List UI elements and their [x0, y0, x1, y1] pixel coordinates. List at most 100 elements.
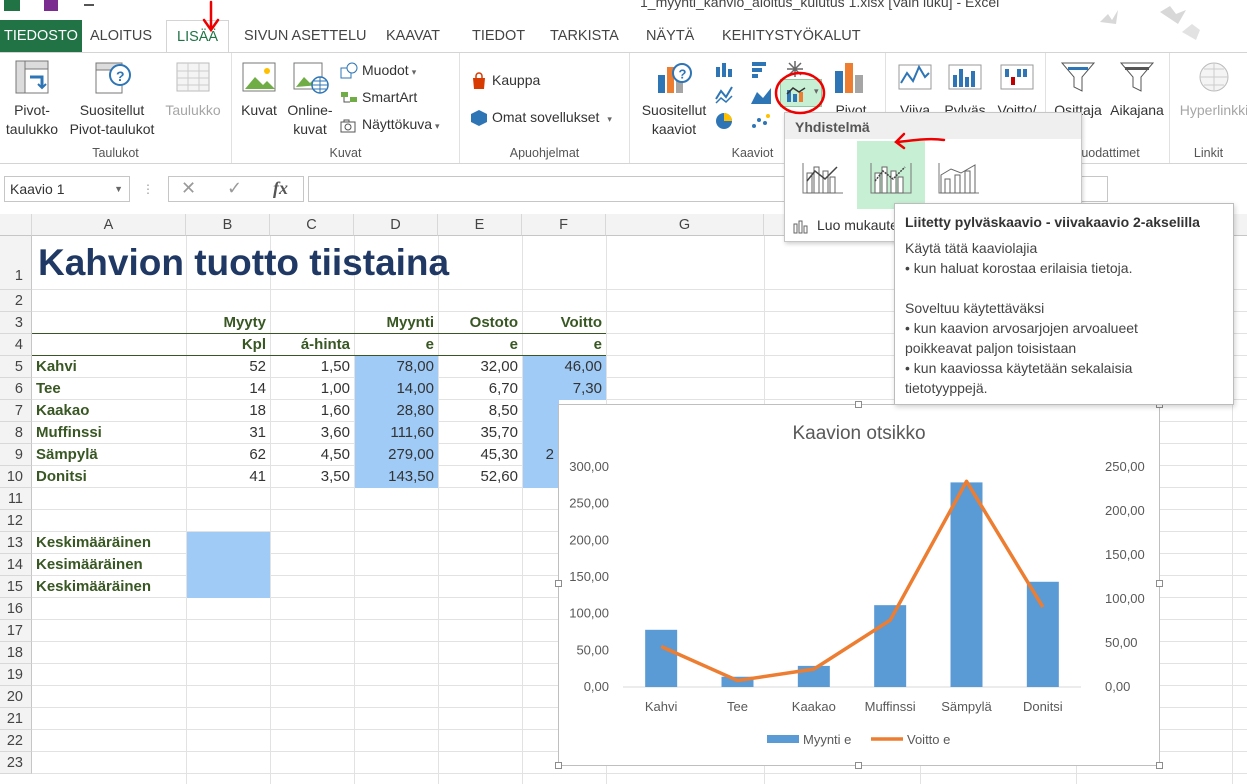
resize-handle[interactable] — [555, 580, 562, 587]
resize-handle[interactable] — [555, 762, 562, 769]
cell-hinta[interactable]: 1,00 — [270, 378, 354, 400]
combo-chart-button[interactable]: ▾ — [780, 79, 822, 107]
row-header-8[interactable]: 8 — [0, 422, 32, 444]
column-chart-icon[interactable] — [714, 59, 736, 79]
row-header-23[interactable]: 23 — [0, 752, 32, 774]
hyperlink-button[interactable]: Hyperlinkki — [1176, 57, 1247, 120]
header-voitto[interactable]: Voitto — [522, 312, 606, 334]
tab-tarkista[interactable]: TARKISTA — [540, 20, 629, 52]
tab-nayta[interactable]: NÄYTÄ — [636, 20, 704, 52]
cell-kpl[interactable]: 18 — [186, 400, 270, 422]
screenshot-button[interactable]: Näyttökuva ▾ — [340, 113, 440, 135]
cell-name[interactable]: Kaakao — [36, 400, 186, 422]
splitter-handle-icon[interactable]: ⋮ — [142, 182, 154, 196]
cell-name[interactable]: Muffinssi — [36, 422, 186, 444]
cell-kpl[interactable]: 62 — [186, 444, 270, 466]
cell-myynti[interactable]: 78,00 — [354, 356, 438, 378]
recommended-charts-button[interactable]: ? Suositellut kaaviot — [634, 57, 714, 139]
insert-function-icon[interactable]: fx — [273, 178, 288, 199]
header-kpl[interactable]: Kpl — [186, 334, 270, 356]
sparkline-line-button[interactable]: Viiva — [890, 57, 940, 120]
cell-osto[interactable]: 35,70 — [438, 422, 522, 444]
cell-voitto[interactable]: 7,30 — [522, 378, 606, 400]
cell-name[interactable]: Kahvi — [36, 356, 186, 378]
sparkline-column-button[interactable]: Pylväs — [940, 57, 990, 120]
header-myynti-unit[interactable]: e — [354, 334, 438, 356]
my-apps-button[interactable]: Omat sovellukset ▾ — [470, 106, 612, 128]
select-all-corner[interactable] — [0, 214, 32, 236]
cell-kpl[interactable]: 14 — [186, 378, 270, 400]
column-header-d[interactable]: D — [354, 214, 438, 236]
row-header-11[interactable]: 11 — [0, 488, 32, 510]
header-voitto-unit[interactable]: e — [522, 334, 606, 356]
row-header-21[interactable]: 21 — [0, 708, 32, 730]
tab-kaavat[interactable]: KAAVAT — [376, 20, 450, 52]
cell-myynti[interactable]: 14,00 — [354, 378, 438, 400]
line-chart-icon[interactable] — [714, 85, 736, 105]
cell-hinta[interactable]: 1,50 — [270, 356, 354, 378]
stat-label-2[interactable]: Kesimääräinen — [36, 554, 186, 576]
cell-name[interactable]: Tee — [36, 378, 186, 400]
tab-tiedosto[interactable]: TIEDOSTO — [0, 20, 82, 52]
tab-kehitystyokalut[interactable]: KEHITYSTYÖKALUT — [712, 20, 871, 52]
column-header-e[interactable]: E — [438, 214, 522, 236]
cell-voitto[interactable] — [522, 422, 558, 444]
row-header-13[interactable]: 13 — [0, 532, 32, 554]
column-header-c[interactable]: C — [270, 214, 354, 236]
cell-myynti[interactable]: 279,00 — [354, 444, 438, 466]
online-pictures-button[interactable]: Online- kuvat — [284, 57, 336, 139]
slicer-button[interactable]: Osittaja — [1046, 57, 1110, 120]
cell-osto[interactable]: 6,70 — [438, 378, 522, 400]
header-ostoto-unit[interactable]: e — [438, 334, 522, 356]
column-header-b[interactable]: B — [186, 214, 270, 236]
combo-option-clustered-line[interactable] — [789, 141, 857, 209]
cell-hinta[interactable]: 3,60 — [270, 422, 354, 444]
sparkline-winloss-button[interactable]: Voitto/ — [990, 57, 1044, 120]
tab-sivun-asettelu[interactable]: SIVUN ASETTELU — [234, 20, 376, 52]
header-myynti[interactable]: Myynti — [354, 312, 438, 334]
pivot-table-button[interactable]: Pivot- taulukko — [2, 57, 62, 139]
sheet-title[interactable]: Kahvion tuotto tiistaina — [38, 242, 449, 284]
row-header-20[interactable]: 20 — [0, 686, 32, 708]
tab-tiedot[interactable]: TIEDOT — [462, 20, 535, 52]
cell-name[interactable]: Donitsi — [36, 466, 186, 488]
tab-lisaa[interactable]: LISÄÄ — [166, 20, 230, 53]
row-header-1[interactable]: 1 — [0, 236, 32, 290]
pictures-button[interactable]: Kuvat — [236, 57, 282, 120]
undo-icon[interactable] — [84, 0, 94, 6]
header-a-hinta[interactable]: á-hinta — [270, 334, 354, 356]
pivot-chart-button[interactable]: Pivot — [826, 57, 876, 120]
row-header-2[interactable]: 2 — [0, 290, 32, 312]
scatter-chart-icon[interactable] — [750, 111, 772, 131]
row-header-4[interactable]: 4 — [0, 334, 32, 356]
header-myyty[interactable]: Myyty — [186, 312, 270, 334]
cell-hinta[interactable]: 4,50 — [270, 444, 354, 466]
row-header-10[interactable]: 10 — [0, 466, 32, 488]
cell-myynti[interactable]: 111,60 — [354, 422, 438, 444]
cell-kpl[interactable]: 31 — [186, 422, 270, 444]
row-header-3[interactable]: 3 — [0, 312, 32, 334]
cancel-icon[interactable]: ✕ — [181, 178, 196, 199]
row-header-12[interactable]: 12 — [0, 510, 32, 532]
cell-hinta[interactable]: 3,50 — [270, 466, 354, 488]
area-chart-icon[interactable] — [750, 85, 772, 105]
combo-chart[interactable]: Kaavion otsikko 0,00 50,00 100,00 150,00 200,… — [558, 404, 1160, 766]
save-icon[interactable] — [44, 0, 58, 11]
row-header-19[interactable]: 19 — [0, 664, 32, 686]
cell-kpl[interactable]: 41 — [186, 466, 270, 488]
combo-option-stacked-area[interactable] — [925, 141, 993, 209]
row-header-14[interactable]: 14 — [0, 554, 32, 576]
cell-myynti[interactable]: 28,80 — [354, 400, 438, 422]
row-header-16[interactable]: 16 — [0, 598, 32, 620]
cell-voitto[interactable] — [522, 466, 558, 488]
waterfall-chart-icon[interactable] — [784, 59, 806, 79]
table-button[interactable]: Taulukko — [160, 57, 226, 120]
tab-aloitus[interactable]: ALOITUS — [80, 20, 162, 52]
row-header-22[interactable]: 22 — [0, 730, 32, 752]
recommended-pivot-button[interactable]: ? Suositellut Pivot-taulukot — [64, 57, 160, 139]
row-header-15[interactable]: 15 — [0, 576, 32, 598]
header-ostoto[interactable]: Ostoto — [438, 312, 522, 334]
cell-myynti[interactable]: 143,50 — [354, 466, 438, 488]
resize-handle[interactable] — [855, 401, 862, 408]
cell-voitto[interactable]: 2 — [522, 444, 558, 466]
